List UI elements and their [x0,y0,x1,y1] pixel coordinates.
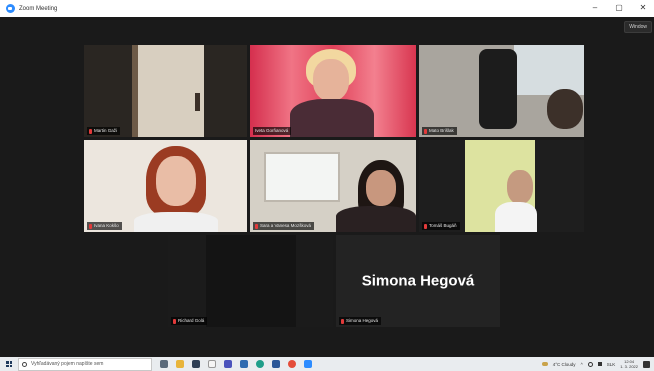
view-button[interactable]: Window [624,21,652,33]
notification-icon[interactable] [643,360,650,368]
window-frame [264,152,340,202]
participant-name: Richard Golá [178,318,205,323]
weather-text[interactable]: 4°C Cloudy [553,362,576,367]
video-tile-mato[interactable]: Mato Brišlak [419,45,584,137]
video-tile-richard[interactable]: Richard Golá [168,235,333,327]
search-icon [22,361,27,367]
dark-background [206,235,296,327]
participant-name: Martin Gaži [94,128,118,133]
muted-mic-icon [173,318,176,324]
word-icon[interactable] [272,360,280,368]
edge-icon[interactable] [256,360,264,368]
name-tag: Simona Hegová [339,317,382,325]
windows-start-icon[interactable] [6,361,12,367]
video-tile-sara-vanesa[interactable]: Sara a Vanesa Mozšková [250,140,416,232]
person-face [366,170,396,206]
person-head [547,89,583,129]
teams-icon[interactable] [224,360,232,368]
person-face [156,156,196,206]
participant-name: Simona Hegová [346,318,379,323]
weather-icon [541,362,548,366]
taskbar-search-input[interactable]: Vyhľadávaný pojem napíšte sem [18,357,152,371]
participant-name: Mato Brišlak [429,128,454,133]
name-tag: Tomáš Bugáň [422,222,460,230]
video-tile-simona[interactable]: Simona Hegová Simona Hegová [336,235,500,327]
person-face [313,59,349,101]
store-icon[interactable] [208,360,216,368]
person-body [134,212,218,232]
close-button[interactable]: ✕ [638,3,648,13]
video-tile-ivana[interactable]: Ivana Kokšo [84,140,247,232]
file-explorer-icon[interactable] [176,360,184,368]
language-indicator[interactable]: SLK [607,362,616,367]
title-bar: Zoom Meeting – ▢ ✕ [0,0,654,17]
search-placeholder: Vyhľadávaný pojem napíšte sem [31,361,104,367]
name-tag: Martin Gaži [87,127,121,135]
participant-name: Sara a Vanesa Mozšková [260,223,311,228]
name-tag: Mato Brišlak [422,127,457,135]
clock-date: 1. 3. 2022 [620,364,638,369]
minimize-button[interactable]: – [590,3,600,13]
photos-icon[interactable] [240,360,248,368]
chrome-icon[interactable] [288,360,296,368]
task-view-icon[interactable] [160,360,168,368]
participant-display-name: Simona Hegová [361,272,475,290]
person-body [495,202,537,232]
jacket-shape [479,49,517,129]
door-frame [132,45,138,137]
name-tag: Richard Golá [171,317,208,325]
muted-mic-icon [341,318,344,324]
muted-mic-icon [89,223,92,229]
muted-mic-icon [255,223,258,229]
muted-mic-icon [424,223,427,229]
name-tag: Iveta Gorňanová [253,127,292,135]
participant-name: Iveta Gorňanová [255,128,289,133]
volume-icon[interactable] [597,362,602,366]
lamp-shape [195,93,200,111]
person-body [290,99,374,137]
video-tile-iveta[interactable]: Iveta Gorňanová [250,45,416,137]
wall-background [134,45,204,137]
person-body [336,206,416,232]
zoom-taskbar-icon[interactable] [304,360,312,368]
maximize-button[interactable]: ▢ [614,3,624,13]
muted-mic-icon [89,128,92,134]
system-tray: 4°C Cloudy ^ SLK 12:04 1. 3. 2022 [541,357,650,371]
muted-mic-icon [424,128,427,134]
name-tag: Sara a Vanesa Mozšková [253,222,314,230]
chevron-up-icon[interactable]: ^ [581,362,583,367]
meeting-gallery: Window Martin Gaži Iveta Gorňanová Mato … [0,17,654,357]
name-tag: Ivana Kokšo [87,222,122,230]
video-tile-tomas[interactable]: Tomáš Bugáň [419,140,584,232]
participant-name: Ivana Kokšo [94,223,119,228]
window-controls: – ▢ ✕ [590,3,648,13]
taskbar-apps [160,360,312,368]
window-title: Zoom Meeting [19,5,58,12]
windows-taskbar: Vyhľadávaný pojem napíšte sem 4°C Cloudy… [0,357,654,371]
video-tile-martin[interactable]: Martin Gaži [84,45,247,137]
calculator-icon[interactable] [192,360,200,368]
window-light [514,45,584,95]
participant-name: Tomáš Bugáň [429,223,457,228]
zoom-app-icon [6,4,15,13]
clock[interactable]: 12:04 1. 3. 2022 [620,359,638,369]
person-head [507,170,533,204]
network-icon[interactable] [587,361,593,367]
